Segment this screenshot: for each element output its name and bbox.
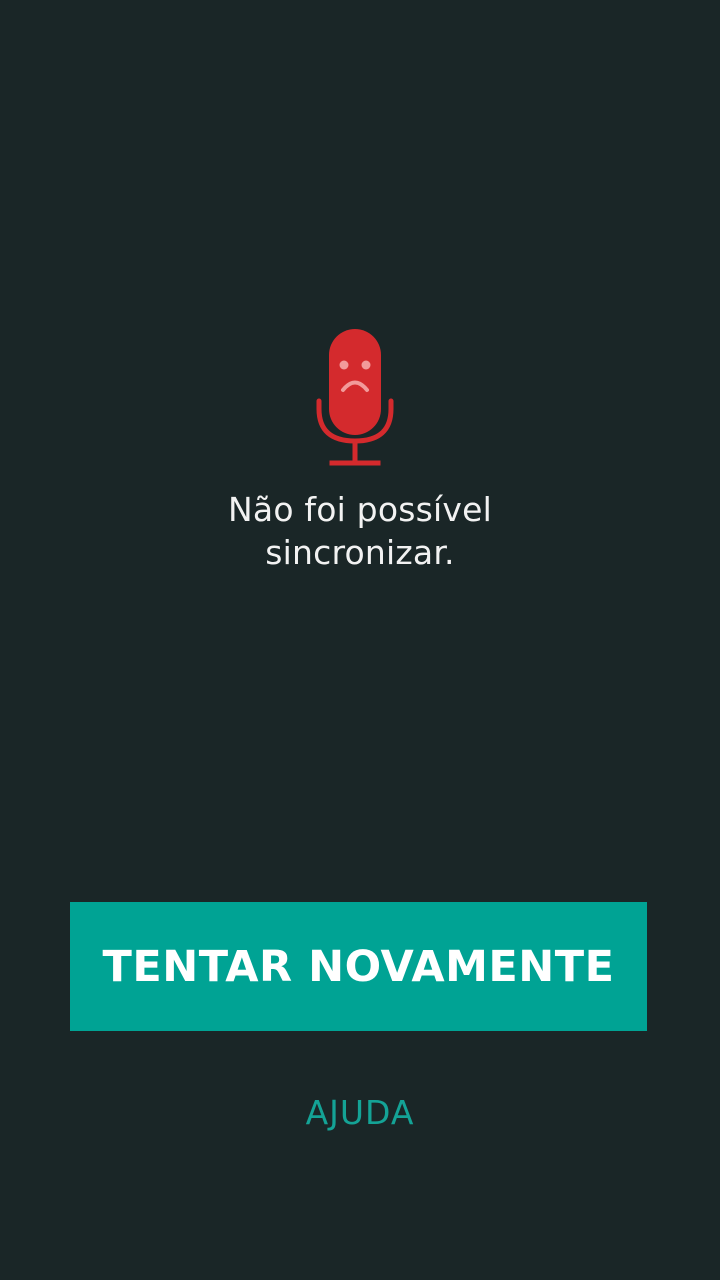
sync-error-message-line-2: sincronizar. xyxy=(265,533,455,572)
sad-microphone-icon xyxy=(310,324,400,474)
sync-error-message: Não foi possível sincronizar. xyxy=(130,488,590,574)
sync-error-message-line-1: Não foi possível xyxy=(228,490,492,529)
sync-error-screen: Não foi possível sincronizar. TENTAR NOV… xyxy=(0,0,720,1280)
help-link[interactable]: AJUDA xyxy=(250,1088,470,1138)
retry-button[interactable]: TENTAR NOVAMENTE xyxy=(70,902,647,1031)
